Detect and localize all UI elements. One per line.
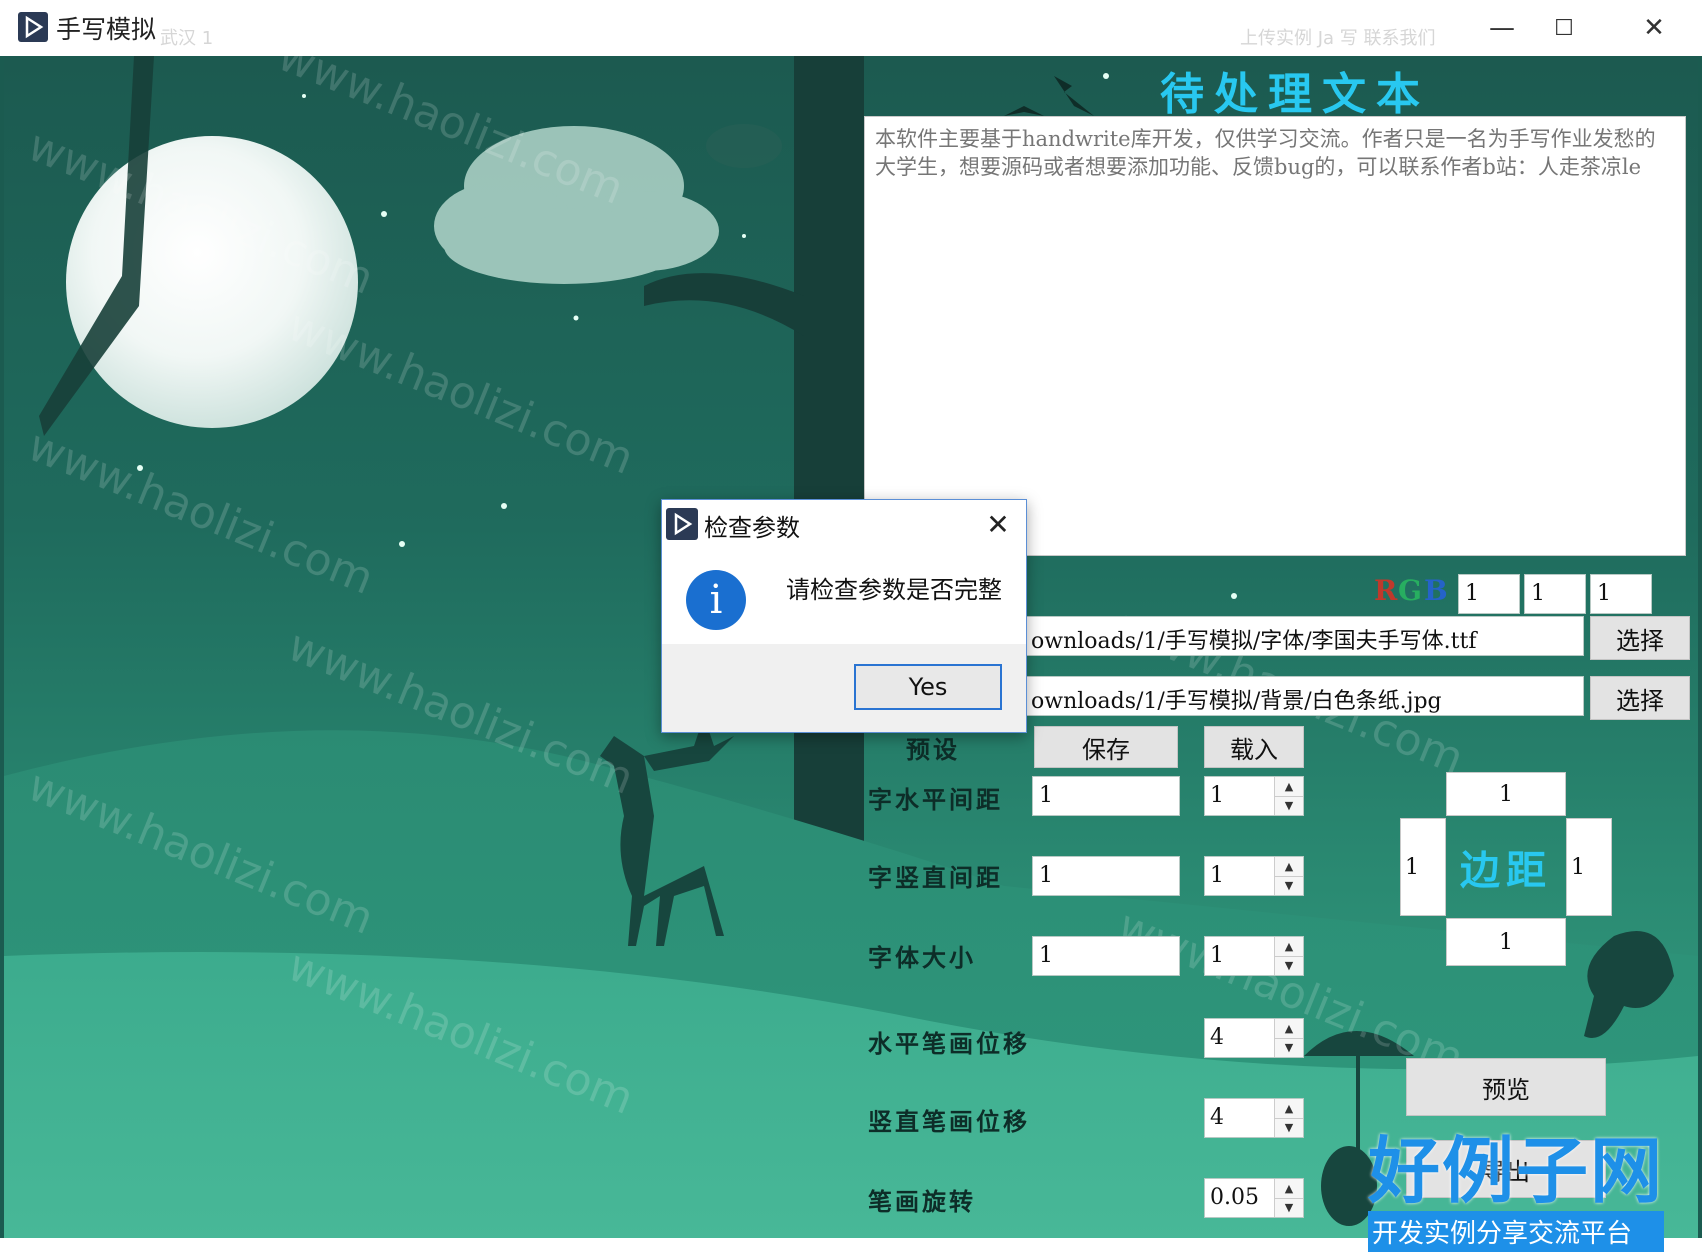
preset-label: 预设 <box>906 735 960 764</box>
background-ghost-text-left: 武汉 1 <box>160 28 214 49</box>
right-window-edge <box>1698 56 1702 1238</box>
font-size-stepper[interactable]: 1 ▲ ▼ <box>1204 936 1304 976</box>
window-title: 手写模拟 <box>56 15 157 44</box>
stepper-down-icon[interactable]: ▼ <box>1275 1198 1303 1217</box>
stepper-up-icon[interactable]: ▲ <box>1275 777 1303 797</box>
margin-label: 边距 <box>1460 847 1552 894</box>
color-b-input[interactable]: 1 <box>1590 574 1652 614</box>
window-close-button[interactable]: ✕ <box>1626 6 1682 50</box>
choose-background-button[interactable]: 选择 <box>1590 676 1690 720</box>
margin-left-input[interactable]: 1 <box>1400 818 1446 916</box>
h-spacing-stepper-value: 1 <box>1210 783 1224 808</box>
dialog-app-icon <box>666 508 698 540</box>
preview-button[interactable]: 预览 <box>1406 1058 1606 1116</box>
rgb-label-g: G <box>1398 574 1422 607</box>
stepper-up-icon[interactable]: ▲ <box>1275 857 1303 877</box>
maximize-button[interactable]: ☐ <box>1536 6 1592 50</box>
color-r-input[interactable]: 1 <box>1458 574 1520 614</box>
rotation-stepper-value: 0.05 <box>1210 1185 1259 1210</box>
v-spacing-stepper-value: 1 <box>1210 863 1224 888</box>
text-panel-heading: 待处理文本 <box>1160 69 1430 120</box>
h-spacing-input[interactable]: 1 <box>1032 776 1180 816</box>
v-spacing-label: 字竖直间距 <box>868 863 1003 892</box>
load-preset-button[interactable]: 载入 <box>1204 726 1304 768</box>
save-preset-button[interactable]: 保存 <box>1034 726 1178 768</box>
font-path-input[interactable]: ownloads/1/手写模拟/字体/李国夫手写体.ttf <box>1024 616 1584 656</box>
stepper-down-icon[interactable]: ▼ <box>1275 956 1303 975</box>
dialog-close-button[interactable]: ✕ <box>978 506 1018 542</box>
brand-watermark-subtitle: 开发实例分享交流平台 <box>1368 1211 1665 1252</box>
rotation-label: 笔画旋转 <box>868 1187 976 1216</box>
font-size-stepper-value: 1 <box>1210 943 1224 968</box>
v-spacing-stepper[interactable]: 1 ▲ ▼ <box>1204 856 1304 896</box>
choose-font-button[interactable]: 选择 <box>1590 616 1690 660</box>
stepper-up-icon[interactable]: ▲ <box>1275 937 1303 957</box>
font-size-label: 字体大小 <box>868 943 976 972</box>
dialog-message: 请检查参数是否完整 <box>786 576 1002 604</box>
input-text-content: 本软件主要基于handwrite库开发，仅供学习交流。作者只是一名为手写作业发愁… <box>875 127 1656 179</box>
h-spacing-label: 字水平间距 <box>868 785 1003 814</box>
margin-bottom-input[interactable]: 1 <box>1446 918 1566 966</box>
v-offset-stepper-value: 4 <box>1210 1105 1224 1130</box>
h-offset-label: 水平笔画位移 <box>868 1029 1030 1058</box>
v-spacing-input[interactable]: 1 <box>1032 856 1180 896</box>
stepper-down-icon[interactable]: ▼ <box>1275 1118 1303 1137</box>
h-spacing-stepper[interactable]: 1 ▲ ▼ <box>1204 776 1304 816</box>
brand-watermark: 好例子网 开发实例分享交流平台 <box>1368 1112 1665 1252</box>
brand-watermark-title: 好例子网 <box>1368 1129 1665 1213</box>
color-g-input[interactable]: 1 <box>1524 574 1586 614</box>
window-titlebar <box>0 0 1702 56</box>
rgb-label-r: R <box>1374 574 1398 607</box>
stepper-up-icon[interactable]: ▲ <box>1275 1179 1303 1199</box>
stepper-down-icon[interactable]: ▼ <box>1275 1038 1303 1057</box>
margin-right-input[interactable]: 1 <box>1566 818 1612 916</box>
stepper-up-icon[interactable]: ▲ <box>1275 1099 1303 1119</box>
font-size-input[interactable]: 1 <box>1032 936 1180 976</box>
dialog-yes-button[interactable]: Yes <box>854 664 1002 710</box>
check-params-dialog: 检查参数 ✕ i 请检查参数是否完整 Yes <box>661 499 1027 733</box>
input-text-area[interactable]: 本软件主要基于handwrite库开发，仅供学习交流。作者只是一名为手写作业发愁… <box>864 116 1686 556</box>
background-path-input[interactable]: ownloads/1/手写模拟/背景/白色条纸.jpg <box>1024 676 1584 716</box>
background-ghost-text-right: 上传实例 Ja 写 联系我们 <box>1240 28 1436 49</box>
margin-top-input[interactable]: 1 <box>1446 772 1566 816</box>
rgb-label-b: B <box>1424 574 1448 607</box>
minimize-button[interactable]: — <box>1474 6 1530 50</box>
stepper-down-icon[interactable]: ▼ <box>1275 796 1303 815</box>
app-icon <box>18 12 48 42</box>
stepper-up-icon[interactable]: ▲ <box>1275 1019 1303 1039</box>
info-icon: i <box>686 570 746 630</box>
rotation-stepper[interactable]: 0.05 ▲ ▼ <box>1204 1178 1304 1218</box>
dialog-title: 检查参数 <box>704 514 800 542</box>
h-offset-stepper[interactable]: 4 ▲ ▼ <box>1204 1018 1304 1058</box>
v-offset-stepper[interactable]: 4 ▲ ▼ <box>1204 1098 1304 1138</box>
stepper-down-icon[interactable]: ▼ <box>1275 876 1303 895</box>
h-offset-stepper-value: 4 <box>1210 1025 1224 1050</box>
v-offset-label: 竖直笔画位移 <box>868 1107 1030 1136</box>
sleeping-animal <box>706 124 782 168</box>
